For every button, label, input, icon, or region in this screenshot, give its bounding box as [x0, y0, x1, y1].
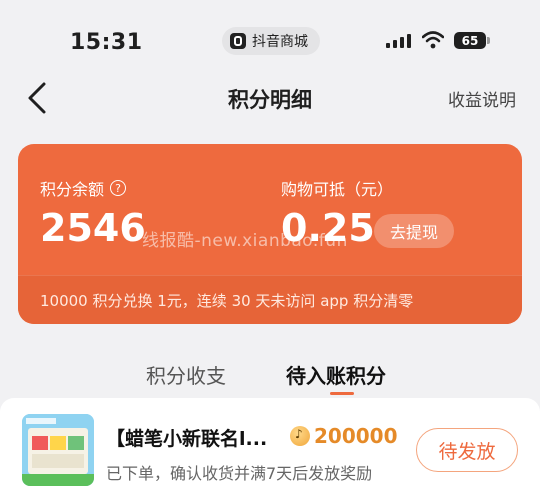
item-subtitle: 已下单，确认收货并满7天后发放奖励 [106, 464, 373, 483]
points-amount: 200000 [290, 424, 398, 448]
balance-value: 2546 [40, 206, 146, 250]
nav-bar: 积分明细 收益说明 [0, 70, 540, 126]
cash-label: 购物可抵（元） [281, 180, 394, 199]
item-title: 【蜡笔小新联名l... [106, 428, 268, 450]
pending-status-button[interactable]: 待发放 [416, 428, 518, 472]
battery-level: 65 [461, 33, 479, 48]
active-tab-indicator [330, 392, 354, 395]
list-item[interactable]: 【蜡笔小新联名l... 200000 已下单，确认收货并满7天后发放奖励 待发放 [0, 398, 540, 504]
app-indicator-pill[interactable]: 抖音商城 [222, 27, 320, 55]
earnings-info-link[interactable]: 收益说明 [448, 86, 516, 111]
cellular-signal-icon [386, 34, 411, 48]
points-value: 200000 [314, 424, 398, 448]
coin-icon [290, 426, 310, 446]
withdraw-button[interactable]: 去提现 [374, 214, 455, 248]
balance-label: 积分余额 [40, 180, 105, 199]
battery-icon: 65 [454, 32, 490, 49]
tab-bar: 积分收支 待入账积分 [0, 350, 540, 400]
balance-label-row: 积分余额 ? [40, 176, 127, 200]
help-icon[interactable]: ? [110, 180, 127, 196]
status-time: 15:31 [70, 30, 143, 55]
wifi-icon [422, 31, 444, 49]
app-logo-icon [230, 33, 246, 49]
app-name: 抖音商城 [252, 34, 308, 50]
tab-pending-points[interactable]: 待入账积分 [286, 360, 386, 389]
exchange-rule-text: 10000 积分兑换 1元，连续 30 天未访问 app 积分清零 [40, 292, 414, 310]
card-footer: 10000 积分兑换 1元，连续 30 天未访问 app 积分清零 [18, 275, 522, 324]
watermark: 线报酷-new.xianbao.fun [142, 231, 348, 251]
product-thumbnail [22, 414, 94, 486]
status-bar: 15:31 抖音商城 65 [0, 0, 540, 80]
tab-points-history[interactable]: 积分收支 [146, 360, 226, 389]
